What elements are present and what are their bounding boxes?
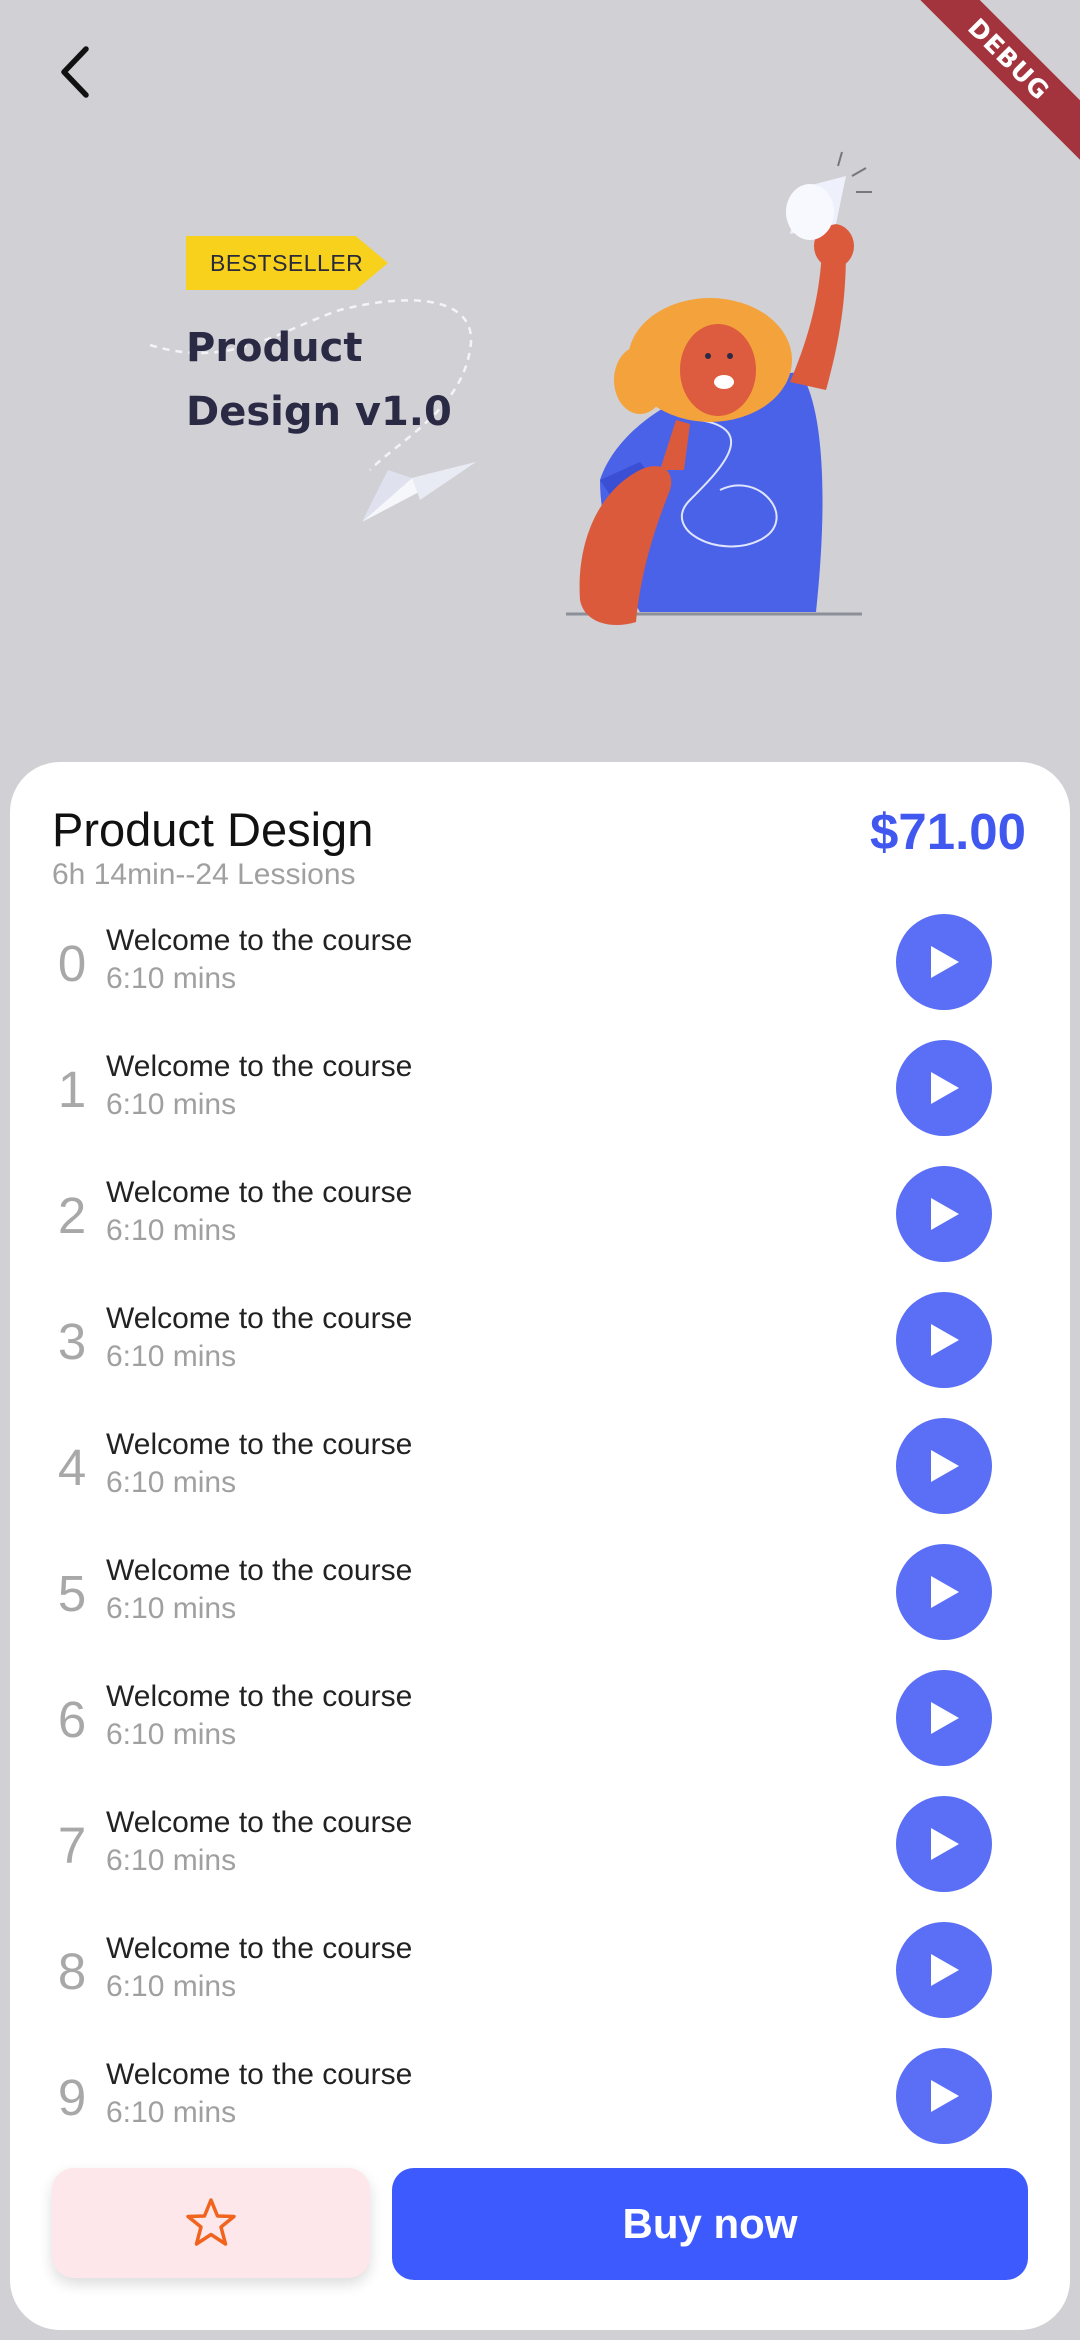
- play-icon: [931, 1324, 959, 1356]
- lesson-duration: 6:10 mins: [106, 1844, 237, 1877]
- lesson-number: 2: [57, 1187, 87, 1244]
- debug-banner: DEBUG: [910, 0, 1080, 170]
- course-title: Product Design: [52, 803, 374, 856]
- lesson-title: Welcome to the course: [106, 1806, 413, 1839]
- lesson-number: 8: [57, 1943, 87, 2000]
- lesson-number: 9: [57, 2069, 87, 2126]
- play-button[interactable]: [896, 1292, 992, 1388]
- play-button[interactable]: [896, 1040, 992, 1136]
- chevron-left-icon: [61, 46, 89, 98]
- course-meta: 6h 14min--24 Lessions: [52, 858, 356, 891]
- play-button[interactable]: [896, 2048, 992, 2144]
- play-icon: [931, 946, 959, 978]
- lesson-title: Welcome to the course: [106, 2058, 413, 2091]
- lesson-number: 5: [57, 1565, 87, 1622]
- lesson-number: 3: [57, 1313, 87, 1370]
- play-button[interactable]: [896, 1418, 992, 1514]
- lesson-item: 2 Welcome to the course 6:10 mins: [10, 1162, 1070, 1288]
- lesson-number: 4: [57, 1439, 87, 1496]
- lesson-number: 6: [57, 1691, 87, 1748]
- course-details-sheet: Product Design 6h 14min--24 Lessions $71…: [10, 762, 1070, 2330]
- lesson-item: 5 Welcome to the course 6:10 mins: [10, 1540, 1070, 1666]
- star-outline-icon: [186, 2198, 236, 2246]
- play-icon: [931, 1072, 959, 1104]
- lesson-duration: 6:10 mins: [106, 2096, 237, 2129]
- lesson-item: 3 Welcome to the course 6:10 mins: [10, 1288, 1070, 1414]
- lesson-item: 9 Welcome to the course 6:10 mins: [10, 2044, 1070, 2170]
- lesson-duration: 6:10 mins: [106, 1466, 237, 1499]
- play-button[interactable]: [896, 914, 992, 1010]
- play-icon: [931, 1198, 959, 1230]
- lesson-list: 0 Welcome to the course 6:10 mins 1 Welc…: [10, 910, 1070, 2170]
- play-icon: [931, 1954, 959, 1986]
- lesson-item: 8 Welcome to the course 6:10 mins: [10, 1918, 1070, 2044]
- play-icon: [931, 1828, 959, 1860]
- lesson-title: Welcome to the course: [106, 1932, 413, 1965]
- play-button[interactable]: [896, 1544, 992, 1640]
- lesson-item: 0 Welcome to the course 6:10 mins: [10, 910, 1070, 1036]
- hero-title-line2: Design v1.0: [186, 389, 452, 435]
- lesson-title: Welcome to the course: [106, 1176, 413, 1209]
- play-button[interactable]: [896, 1922, 992, 2018]
- hero-title: Product Design v1.0: [186, 316, 486, 444]
- lesson-number: 1: [57, 1061, 87, 1118]
- lesson-duration: 6:10 mins: [106, 1718, 237, 1751]
- lesson-item: 4 Welcome to the course 6:10 mins: [10, 1414, 1070, 1540]
- lesson-duration: 6:10 mins: [106, 1088, 237, 1121]
- play-button[interactable]: [896, 1796, 992, 1892]
- play-button[interactable]: [896, 1166, 992, 1262]
- lesson-title: Welcome to the course: [106, 1050, 413, 1083]
- lesson-item: 7 Welcome to the course 6:10 mins: [10, 1792, 1070, 1918]
- lesson-item: 6 Welcome to the course 6:10 mins: [10, 1666, 1070, 1792]
- hero-title-line1: Product: [186, 325, 363, 371]
- play-button[interactable]: [896, 1670, 992, 1766]
- lesson-title: Welcome to the course: [106, 1302, 413, 1335]
- lesson-number: 7: [57, 1817, 87, 1874]
- lesson-title: Welcome to the course: [106, 924, 413, 957]
- back-button[interactable]: [42, 36, 110, 108]
- course-price: $71.00: [870, 803, 1026, 860]
- buy-now-button[interactable]: Buy now: [392, 2168, 1028, 2280]
- lesson-item: 1 Welcome to the course 6:10 mins: [10, 1036, 1070, 1162]
- bestseller-badge: BESTSELLER: [186, 236, 388, 290]
- course-hero: DEBUG BESTSELLER Product Design v1.0: [0, 0, 1080, 760]
- lesson-number: 0: [57, 935, 87, 992]
- lesson-duration: 6:10 mins: [106, 1340, 237, 1373]
- play-icon: [931, 2080, 959, 2112]
- lesson-title: Welcome to the course: [106, 1680, 413, 1713]
- lesson-duration: 6:10 mins: [106, 1970, 237, 2003]
- lesson-duration: 6:10 mins: [106, 962, 237, 995]
- play-icon: [931, 1450, 959, 1482]
- play-icon: [931, 1576, 959, 1608]
- favorite-button[interactable]: [52, 2168, 370, 2278]
- play-icon: [931, 1702, 959, 1734]
- lesson-duration: 6:10 mins: [106, 1214, 237, 1247]
- lesson-title: Welcome to the course: [106, 1428, 413, 1461]
- lesson-duration: 6:10 mins: [106, 1592, 237, 1625]
- lesson-title: Welcome to the course: [106, 1554, 413, 1587]
